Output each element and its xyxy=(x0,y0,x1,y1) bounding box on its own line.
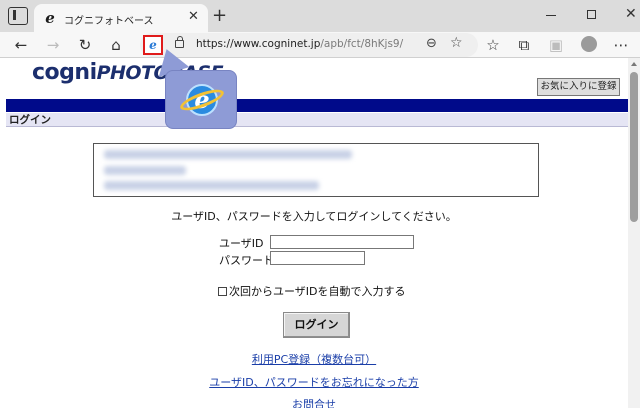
url-path: /apb/fct/8hKjs9/ xyxy=(320,38,404,50)
add-favorites-button[interactable]: お気に入りに登録 xyxy=(537,78,620,96)
password-input[interactable] xyxy=(270,251,365,265)
profile-icon[interactable] xyxy=(581,36,597,52)
blurred-notice-line xyxy=(104,181,319,190)
browser-toolbar: ← → ↻ ⌂ e https://www.cogninet.jp/apb/fc… xyxy=(0,32,640,58)
close-icon[interactable]: ✕ xyxy=(188,10,199,24)
blurred-notice-line xyxy=(104,150,352,159)
header-band xyxy=(6,99,628,112)
favorite-add-icon[interactable]: ☆ xyxy=(450,35,463,51)
blurred-notice-line xyxy=(104,166,186,175)
notice-box xyxy=(93,143,539,197)
user-id-input[interactable] xyxy=(270,235,414,249)
user-id-label: ユーザID xyxy=(219,237,264,250)
address-bar[interactable]: e https://www.cogninet.jp/apb/fct/8hKjs9… xyxy=(140,33,478,57)
login-button[interactable]: ログイン xyxy=(283,312,350,338)
logo-prefix: cogni xyxy=(32,60,97,85)
new-tab-button[interactable]: + xyxy=(212,6,227,26)
home-icon[interactable]: ⌂ xyxy=(107,36,125,54)
auto-login-label: 次回からユーザIDを自動で入力する xyxy=(229,285,406,298)
ie-mode-popup: e xyxy=(165,70,237,129)
contact-link[interactable]: お問合せ xyxy=(0,396,628,408)
ie-e-icon: e xyxy=(45,9,55,27)
forgot-credentials-link[interactable]: ユーザID、パスワードをお忘れになった方 xyxy=(0,374,628,390)
maximize-icon[interactable] xyxy=(587,10,596,19)
page-scrollbar[interactable] xyxy=(628,58,640,408)
url-text[interactable]: https://www.cogninet.jp/apb/fct/8hKjs9/ xyxy=(196,38,403,50)
login-instruction: ユーザID、パスワードを入力してログインしてください。 xyxy=(171,210,457,223)
back-icon[interactable]: ← xyxy=(12,36,30,54)
auto-login-checkbox[interactable] xyxy=(218,287,227,296)
url-host: https://www.cogninet.jp xyxy=(196,38,321,50)
tab-bar: e コグニフォトベース ✕ + ✕ xyxy=(0,0,640,32)
register-pc-link[interactable]: 利用PC登録（複数台可） xyxy=(0,351,628,367)
collections-icon[interactable]: ⧉ xyxy=(515,36,533,54)
minimize-icon[interactable] xyxy=(546,15,556,16)
tab-cognphotobase[interactable]: e コグニフォトベース ✕ xyxy=(34,4,208,32)
favorites-icon[interactable]: ☆ xyxy=(484,36,502,54)
tab-actions-icon[interactable] xyxy=(8,7,28,25)
tab-title: コグニフォトベース xyxy=(64,16,154,27)
window-close-icon[interactable]: ✕ xyxy=(625,5,637,23)
auto-login-option[interactable]: 次回からユーザIDを自動で入力する xyxy=(218,283,406,299)
reload-icon[interactable]: ↻ xyxy=(76,36,94,54)
extensions-icon[interactable]: ▣ xyxy=(547,36,565,54)
scroll-up-arrow-icon[interactable] xyxy=(631,62,637,66)
password-label: パスワード xyxy=(219,254,274,267)
login-section-header: ログイン xyxy=(6,113,628,127)
zoom-icon[interactable]: ⊖ xyxy=(426,36,437,51)
forward-icon[interactable]: → xyxy=(44,36,62,54)
more-icon[interactable]: ⋯ xyxy=(612,36,630,54)
scroll-thumb[interactable] xyxy=(630,72,638,222)
page-content: cogniPHOTOBASE お気に入りに登録 ログイン ユーザID、パスワード… xyxy=(0,58,628,408)
